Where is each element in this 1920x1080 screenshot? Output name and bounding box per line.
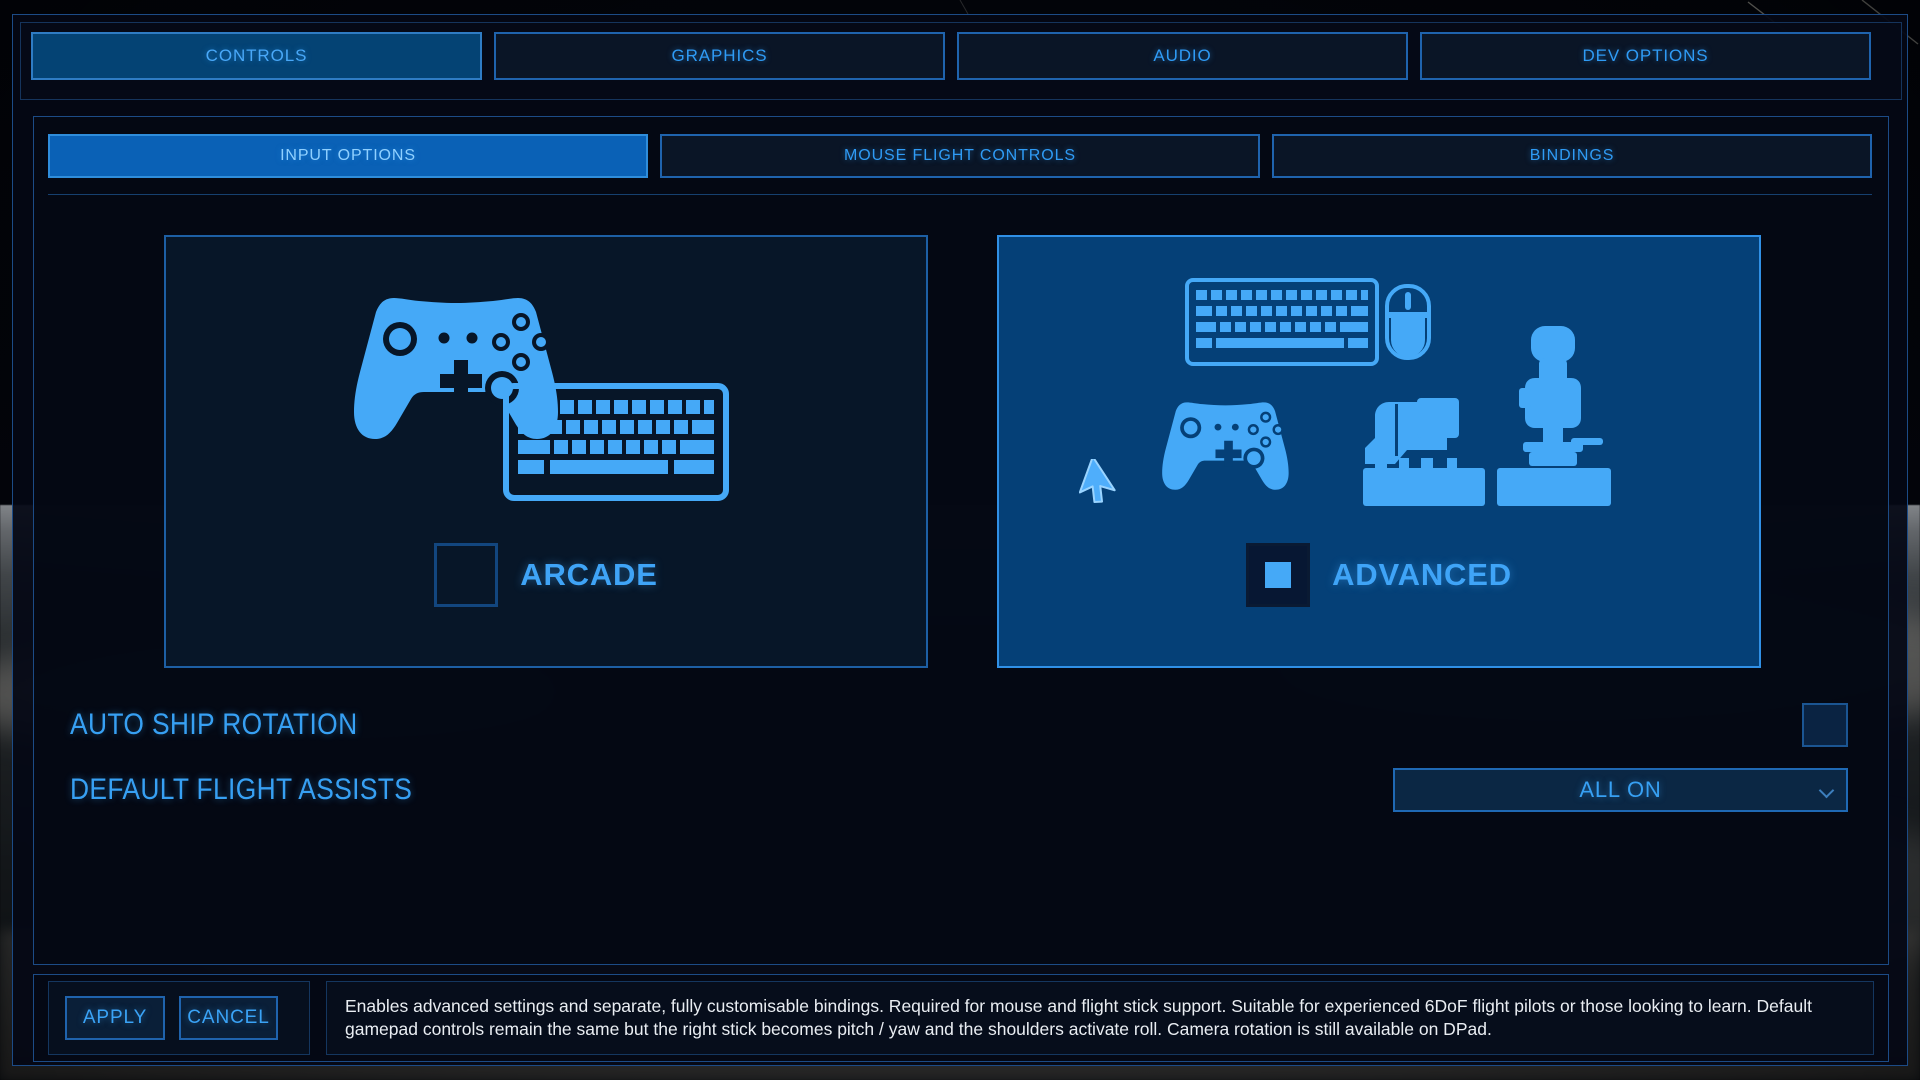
advanced-select-row[interactable]: ADVANCED — [1246, 543, 1512, 607]
tab-dev-options-label: DEV OPTIONS — [1582, 46, 1709, 65]
top-tab-list: CONTROLS GRAPHICS AUDIO DEV OPTIONS — [31, 32, 1871, 80]
tab-graphics[interactable]: GRAPHICS — [494, 32, 945, 80]
joystick-icon — [1497, 326, 1611, 506]
setting-row-default-flight-assists: DEFAULT FLIGHT ASSISTS ALL ON — [34, 757, 1888, 822]
chevron-down-icon — [1818, 782, 1835, 798]
arcade-checkbox[interactable] — [434, 543, 499, 607]
gamepad-icon — [354, 298, 558, 439]
tab-audio[interactable]: AUDIO — [957, 32, 1408, 80]
cancel-button-label: CANCEL — [187, 1007, 270, 1028]
advanced-label: ADVANCED — [1332, 557, 1512, 592]
cancel-button[interactable]: CANCEL — [179, 996, 278, 1040]
default-flight-assists-control: ALL ON — [1393, 767, 1848, 812]
throttle-icon — [1363, 398, 1485, 506]
tab-controls[interactable]: CONTROLS — [31, 32, 482, 80]
options-body-panel: INPUT OPTIONS MOUSE FLIGHT CONTROLS BIND… — [33, 116, 1889, 965]
cursor-arrow-icon — [1079, 459, 1127, 507]
arcade-select-row[interactable]: ARCADE — [434, 543, 657, 607]
default-flight-assists-label: DEFAULT FLIGHT ASSISTS — [70, 772, 413, 806]
arcade-label: ARCADE — [520, 557, 658, 592]
subtab-mouse-flight-controls[interactable]: MOUSE FLIGHT CONTROLS — [660, 134, 1260, 178]
options-menu-root: CONTROLS GRAPHICS AUDIO DEV OPTIONS INPU… — [12, 14, 1908, 1066]
default-flight-assists-value: ALL ON — [1579, 776, 1662, 802]
subtab-bindings[interactable]: BINDINGS — [1272, 134, 1872, 178]
arcade-card-artwork — [166, 237, 926, 537]
auto-ship-rotation-checkbox[interactable] — [1802, 702, 1848, 747]
advanced-devices-illustration — [1162, 278, 1611, 506]
description-panel: Enables advanced settings and separate, … — [326, 981, 1874, 1055]
footer-button-group: APPLY CANCEL — [48, 981, 310, 1055]
subtab-divider — [48, 194, 1872, 195]
checkbox-fill — [1265, 562, 1292, 588]
gamepad-icon — [1162, 402, 1289, 490]
default-flight-assists-dropdown[interactable]: ALL ON — [1393, 767, 1848, 812]
apply-button[interactable]: APPLY — [65, 996, 165, 1040]
auto-ship-rotation-label: AUTO SHIP ROTATION — [70, 707, 358, 741]
advanced-checkbox[interactable] — [1246, 543, 1311, 607]
options-footer: APPLY CANCEL Enables advanced settings a… — [33, 974, 1889, 1062]
mouse-icon — [1385, 284, 1431, 360]
tab-graphics-label: GRAPHICS — [671, 46, 768, 65]
tab-dev-options[interactable]: DEV OPTIONS — [1420, 32, 1871, 80]
control-mode-card-list: ARCADE ADVANCED — [34, 235, 1888, 668]
setting-row-auto-ship-rotation: AUTO SHIP ROTATION — [34, 692, 1888, 757]
control-mode-card-advanced[interactable]: ADVANCED — [997, 235, 1761, 668]
apply-button-label: APPLY — [82, 1007, 148, 1028]
subtab-input-options-label: INPUT OPTIONS — [280, 147, 416, 164]
keyboard-icon — [1185, 278, 1379, 366]
auto-ship-rotation-control — [1802, 702, 1848, 747]
gamepad-keyboard-illustration — [354, 298, 729, 501]
tab-controls-label: CONTROLS — [205, 46, 308, 65]
tab-audio-label: AUDIO — [1153, 46, 1212, 65]
sub-tab-list: INPUT OPTIONS MOUSE FLIGHT CONTROLS BIND… — [48, 134, 1872, 178]
top-tab-band: CONTROLS GRAPHICS AUDIO DEV OPTIONS — [20, 22, 1902, 100]
description-text: Enables advanced settings and separate, … — [345, 995, 1812, 1039]
subtab-mouse-flight-controls-label: MOUSE FLIGHT CONTROLS — [844, 147, 1076, 164]
settings-row-list: AUTO SHIP ROTATION DEFAULT FLIGHT ASSIST… — [34, 692, 1888, 822]
subtab-input-options[interactable]: INPUT OPTIONS — [48, 134, 648, 178]
subtab-bindings-label: BINDINGS — [1529, 147, 1615, 164]
control-mode-card-arcade[interactable]: ARCADE — [164, 235, 928, 668]
